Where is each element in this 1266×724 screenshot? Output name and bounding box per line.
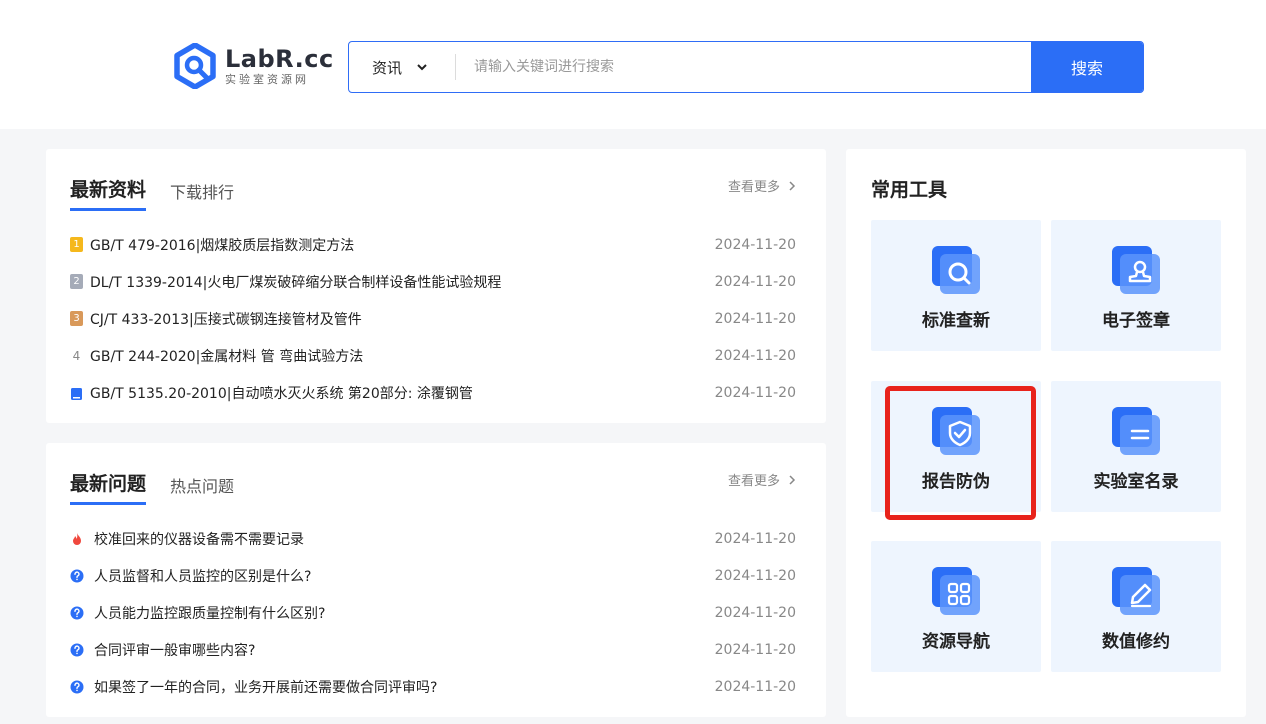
tools-title: 常用工具	[871, 179, 948, 201]
book-icon	[71, 387, 82, 400]
document-title[interactable]: GB/T 244-2020|金属材料 管 弯曲试验方法	[90, 346, 715, 366]
question-date: 2024-11-20	[714, 679, 796, 696]
list-item[interactable]: 合同评审一般审哪些内容? 2024-11-20	[70, 632, 796, 669]
chevron-right-icon	[789, 474, 796, 485]
document-date: 2024-11-20	[714, 310, 796, 327]
tool-report-anti-counterfeit[interactable]: 报告防伪	[871, 381, 1041, 512]
list-item[interactable]: 3 CJ/T 433-2013|压接式碳钢连接管材及管件 2024-11-20	[70, 300, 796, 337]
question-date: 2024-11-20	[714, 567, 796, 584]
tool-numeric-rounding[interactable]: 数值修约	[1051, 541, 1221, 672]
grid-icon	[932, 567, 980, 615]
question-icon	[70, 569, 84, 583]
list-item[interactable]: 如果签了一年的合同，业务开展前还需要做合同评审吗? 2024-11-20	[70, 669, 796, 706]
search-icon	[932, 246, 980, 294]
search-button[interactable]: 搜索	[1031, 42, 1143, 92]
chevron-down-icon	[417, 64, 427, 71]
qa-more-label: 查看更多	[727, 474, 780, 489]
site-header: LabR.cc 实验室资源网 资讯 搜索	[0, 0, 1266, 129]
question-title[interactable]: 人员能力监控跟质量控制有什么区别?	[94, 603, 715, 623]
tool-label: 电子签章	[1102, 311, 1170, 331]
list-item[interactable]: 1 GB/T 479-2016|烟煤胶质层指数测定方法 2024-11-20	[70, 226, 796, 263]
rank-2-badge: 2	[70, 274, 83, 290]
docs-more-link[interactable]: 查看更多	[728, 176, 796, 195]
search-category-label: 资讯	[372, 58, 403, 77]
search-bar: 资讯 搜索	[348, 41, 1144, 93]
chevron-right-icon	[789, 180, 796, 191]
document-date: 2024-11-20	[714, 385, 796, 402]
rank-1-badge: 1	[70, 237, 83, 253]
shield-check-icon	[932, 407, 980, 455]
fire-icon	[73, 532, 81, 545]
question-title[interactable]: 合同评审一般审哪些内容?	[94, 640, 715, 660]
question-date: 2024-11-20	[714, 604, 796, 621]
search-input[interactable]	[456, 42, 1031, 92]
rank-3-badge: 3	[70, 311, 83, 327]
tool-label: 数值修约	[1102, 632, 1170, 652]
logo-title: LabR.cc	[225, 44, 334, 73]
question-icon	[70, 643, 84, 657]
stamp-icon	[1112, 246, 1160, 294]
logo-mark-icon	[174, 43, 216, 89]
tool-label: 标准查新	[922, 311, 990, 331]
list-item[interactable]: 校准回来的仪器设备需不需要记录 2024-11-20	[70, 520, 796, 557]
question-icon	[70, 606, 84, 620]
list-item[interactable]: 人员监督和人员监控的区别是什么? 2024-11-20	[70, 557, 796, 594]
list-item[interactable]: 人员能力监控跟质量控制有什么区别? 2024-11-20	[70, 594, 796, 631]
tool-label: 实验室名录	[1093, 472, 1179, 492]
tool-standard-check[interactable]: 标准查新	[871, 220, 1041, 351]
list-item[interactable]: GB/T 5135.20-2010|自动喷水灭火系统 第20部分: 涂覆钢管 2…	[70, 375, 796, 412]
search-category-select[interactable]: 资讯	[349, 42, 455, 92]
logo-subtitle: 实验室资源网	[225, 72, 309, 86]
pencil-icon	[1112, 567, 1160, 615]
tool-resource-navigation[interactable]: 资源导航	[871, 541, 1041, 672]
document-date: 2024-11-20	[714, 348, 796, 365]
docs-more-label: 查看更多	[727, 180, 780, 195]
tool-label: 资源导航	[922, 632, 990, 652]
rank-4-badge: 4	[72, 349, 81, 364]
tool-e-signature[interactable]: 电子签章	[1051, 220, 1221, 351]
document-title[interactable]: DL/T 1339-2014|火电厂煤炭破碎缩分联合制样设备性能试验规程	[90, 272, 715, 292]
tab-latest-questions[interactable]: 最新问题	[70, 469, 147, 505]
common-tools-panel: 常用工具 标准查新 电子签章 报告防伪 实验室名录 资源导航 数值修约	[846, 149, 1246, 717]
document-list-icon	[1112, 407, 1160, 455]
tool-label: 报告防伪	[922, 472, 990, 492]
qa-more-link[interactable]: 查看更多	[728, 470, 796, 489]
document-title[interactable]: GB/T 5135.20-2010|自动喷水灭火系统 第20部分: 涂覆钢管	[90, 383, 715, 403]
document-title[interactable]: CJ/T 433-2013|压接式碳钢连接管材及管件	[90, 309, 715, 329]
question-date: 2024-11-20	[714, 642, 796, 659]
tab-latest-documents[interactable]: 最新资料	[70, 175, 147, 211]
list-item[interactable]: 4 GB/T 244-2020|金属材料 管 弯曲试验方法 2024-11-20	[70, 338, 796, 375]
document-date: 2024-11-20	[714, 236, 796, 253]
question-title[interactable]: 校准回来的仪器设备需不需要记录	[94, 529, 715, 549]
tab-download-ranking[interactable]: 下载排行	[170, 179, 234, 211]
question-title[interactable]: 人员监督和人员监控的区别是什么?	[94, 566, 715, 586]
question-icon	[70, 680, 84, 694]
list-item[interactable]: 2 DL/T 1339-2014|火电厂煤炭破碎缩分联合制样设备性能试验规程 2…	[70, 263, 796, 300]
question-title[interactable]: 如果签了一年的合同，业务开展前还需要做合同评审吗?	[94, 677, 715, 697]
latest-questions-panel: 最新问题 热点问题 查看更多 校准回来的仪器设备需不需要记录 2024-11-2…	[46, 443, 826, 717]
latest-documents-panel: 最新资料 下载排行 查看更多 1 GB/T 479-2016|烟煤胶质层指数测定…	[46, 149, 826, 423]
document-title[interactable]: GB/T 479-2016|烟煤胶质层指数测定方法	[90, 235, 715, 255]
question-date: 2024-11-20	[714, 530, 796, 547]
tool-lab-directory[interactable]: 实验室名录	[1051, 381, 1221, 512]
document-date: 2024-11-20	[714, 273, 796, 290]
site-logo[interactable]: LabR.cc 实验室资源网	[174, 43, 334, 89]
tab-hot-questions[interactable]: 热点问题	[170, 473, 234, 505]
